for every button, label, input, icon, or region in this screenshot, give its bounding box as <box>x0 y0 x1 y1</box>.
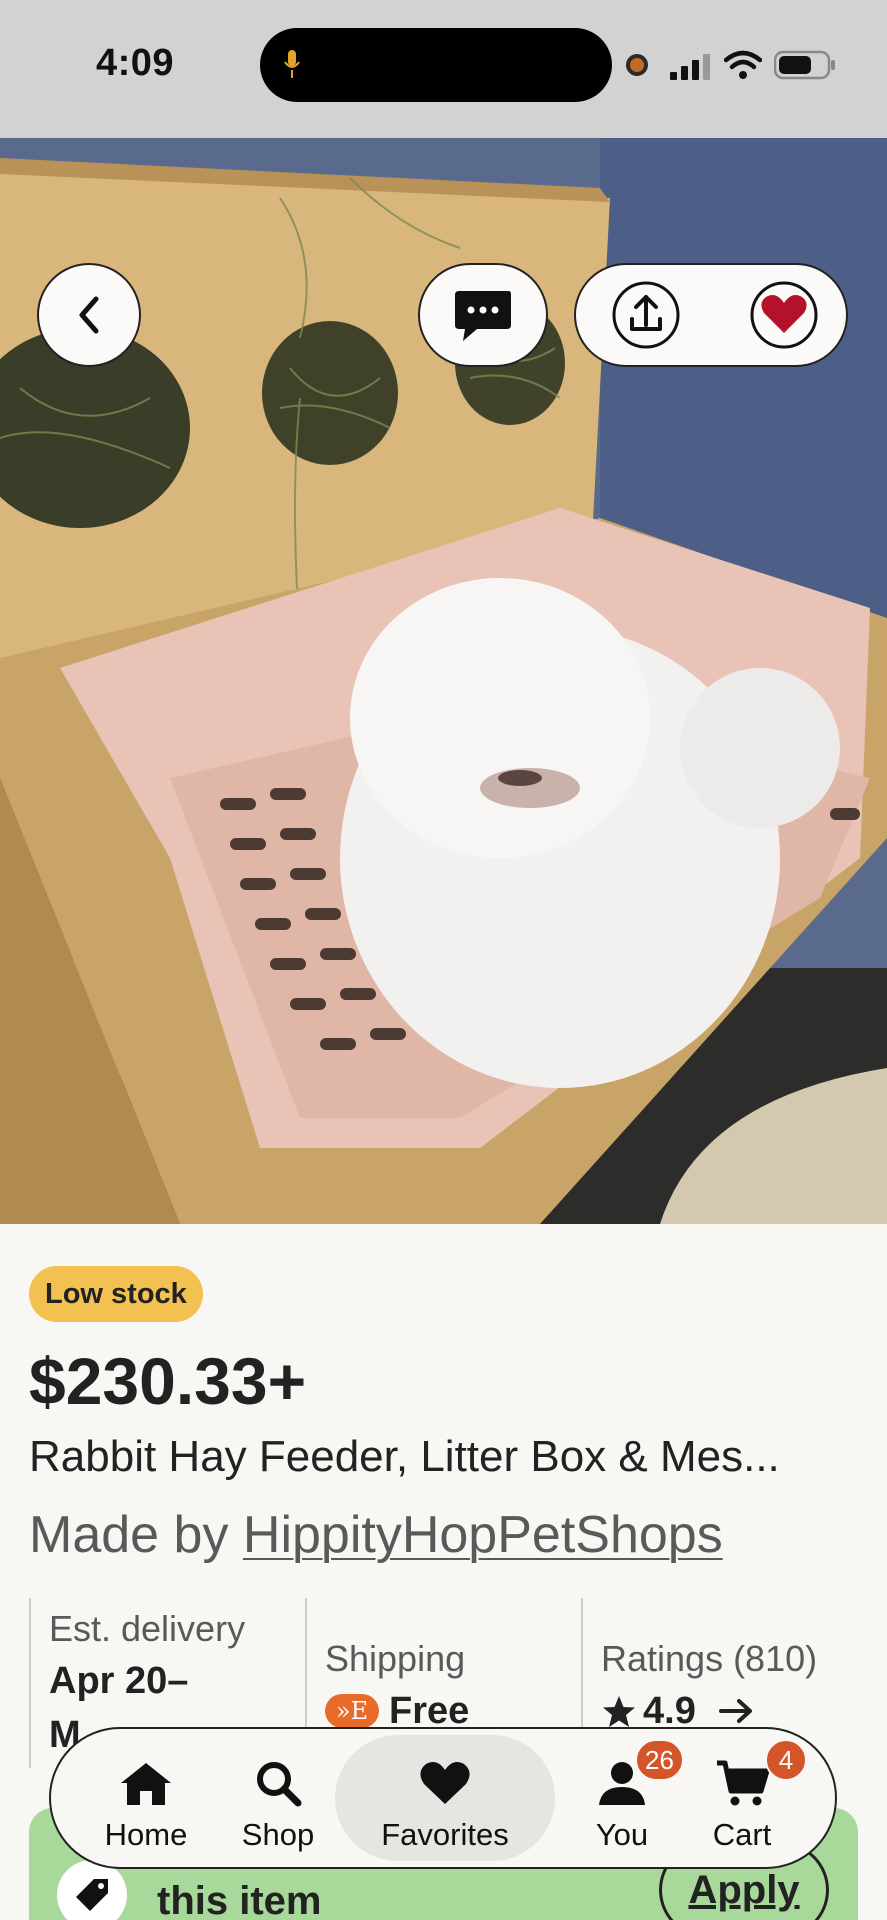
dynamic-island <box>260 28 612 102</box>
delivery-value: Apr 20– <box>49 1660 189 1702</box>
message-seller-button[interactable] <box>418 263 548 367</box>
chevron-left-icon <box>79 296 99 334</box>
tab-label-you: You <box>595 1817 649 1852</box>
price-tag-icon <box>76 1879 108 1911</box>
tab-label-shop: Shop <box>241 1817 315 1852</box>
tab-cart[interactable]: Cart 4 <box>687 1729 807 1867</box>
made-by: Made by HippityHopPetShops <box>29 1505 723 1565</box>
arrow-right-icon <box>719 1699 752 1723</box>
share-button[interactable] <box>586 267 706 363</box>
battery-icon <box>774 50 835 80</box>
status-bar: 4:09 <box>0 0 887 138</box>
star-icon <box>603 1696 635 1727</box>
tab-shop[interactable]: Shop <box>223 1729 333 1867</box>
share-icon <box>612 281 680 349</box>
wifi-icon <box>724 50 762 79</box>
chat-bubble-icon <box>455 291 511 341</box>
tab-label-home: Home <box>104 1817 188 1852</box>
notification-badge: 26 <box>635 1739 684 1781</box>
tab-home[interactable]: Home <box>91 1729 201 1867</box>
stock-badge: Low stock <box>29 1266 203 1322</box>
home-icon <box>121 1763 171 1805</box>
heart-icon <box>420 1762 470 1804</box>
cart-count-badge: 4 <box>765 1739 807 1781</box>
status-time: 4:09 <box>96 42 175 84</box>
ratings-label: Ratings (810) <box>601 1638 818 1679</box>
etsy-shipping-icon: »E <box>325 1694 379 1728</box>
recording-indicator-icon <box>626 54 648 76</box>
tab-you[interactable]: You 26 <box>567 1729 684 1867</box>
signal-icon <box>670 54 710 80</box>
bottom-tab-bar: Home Shop Favorites You 26 Cart 4 <box>49 1727 837 1869</box>
product-title[interactable]: Rabbit Hay Feeder, Litter Box & Mes... <box>29 1432 869 1482</box>
price: $230.33+ <box>29 1344 307 1418</box>
share-favorite-group <box>574 263 848 367</box>
shop-link[interactable]: HippityHopPetShops <box>243 1506 723 1564</box>
made-by-prefix: Made by <box>29 1506 243 1564</box>
back-button[interactable] <box>37 263 141 367</box>
delivery-label: Est. delivery <box>49 1608 246 1649</box>
cart-icon <box>717 1760 769 1806</box>
offer-tag <box>57 1860 127 1920</box>
tab-favorites[interactable]: Favorites <box>335 1729 555 1867</box>
tab-label-favorites: Favorites <box>381 1817 509 1852</box>
tab-label-cart: Cart <box>712 1817 772 1852</box>
favorite-button[interactable] <box>724 267 844 363</box>
product-image-carousel[interactable] <box>0 138 887 1224</box>
heart-filled-icon <box>750 281 818 349</box>
shipping-label: Shipping <box>325 1638 466 1679</box>
search-icon <box>257 1762 302 1807</box>
microphone-icon <box>284 50 300 78</box>
status-indicators <box>624 48 864 82</box>
